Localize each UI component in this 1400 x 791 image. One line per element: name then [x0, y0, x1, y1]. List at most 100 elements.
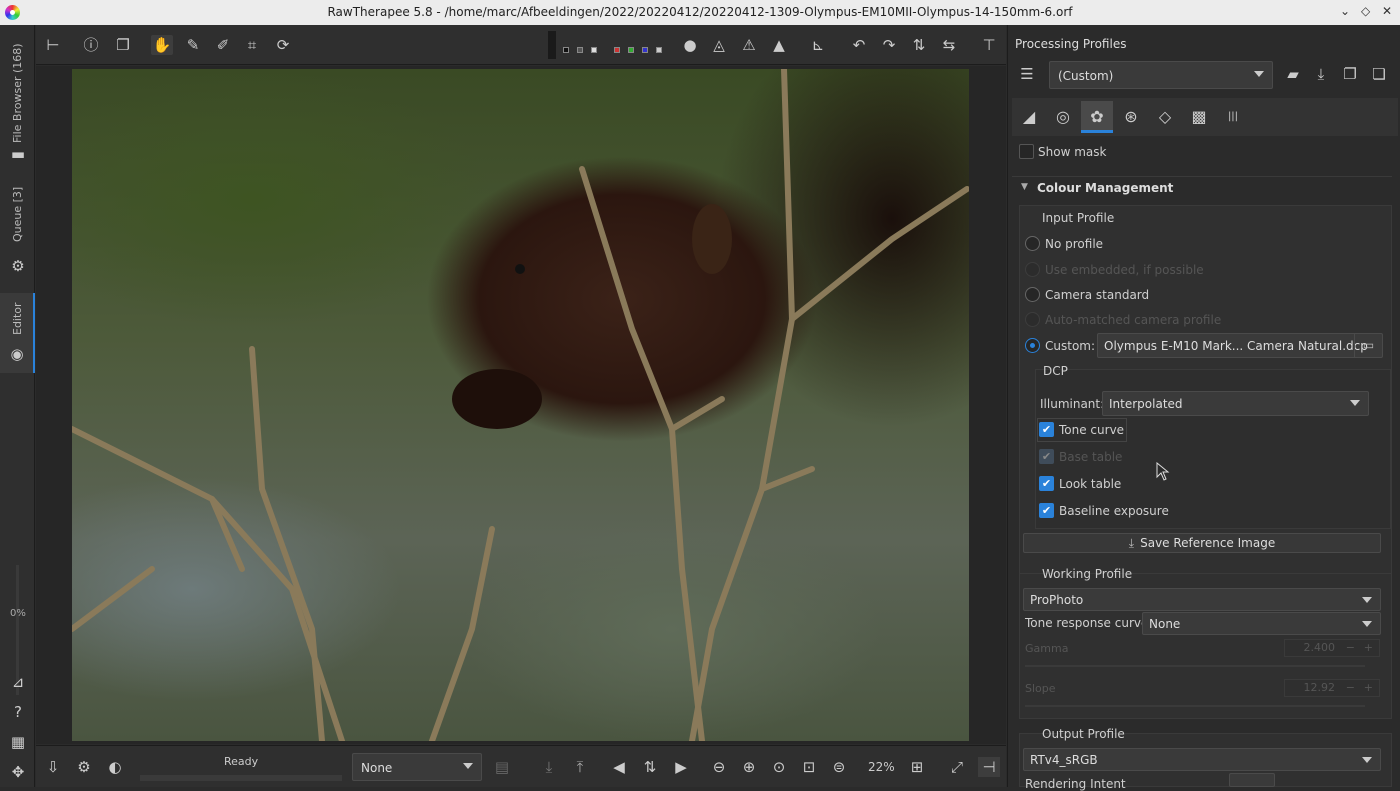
- close-button[interactable]: ✕: [1382, 4, 1392, 18]
- tab-queue[interactable]: Queue [3]: [0, 185, 35, 245]
- gamma-slider[interactable]: [1025, 665, 1365, 667]
- nav-panel-icon[interactable]: ▤: [491, 757, 513, 777]
- hide-history-icon[interactable]: ⊢: [42, 35, 64, 55]
- zoom-fit-icon[interactable]: ⊙: [768, 757, 790, 777]
- channel-blue-button[interactable]: [642, 47, 648, 53]
- before-after-icon[interactable]: ❐: [112, 35, 134, 55]
- tab-advanced[interactable]: ⊛: [1115, 101, 1147, 133]
- background-color-toggle[interactable]: [548, 31, 556, 59]
- rotate-level-icon[interactable]: ⊾: [807, 35, 829, 55]
- help-icon[interactable]: ?: [8, 703, 28, 721]
- browse-folder-icon[interactable]: ▭: [1354, 334, 1382, 357]
- slope-decrease-icon[interactable]: −: [1346, 680, 1355, 696]
- rotate-right-icon[interactable]: ↷: [878, 35, 900, 55]
- custom-profile-file[interactable]: Olympus E-M10 Mark... Camera Natural.dcp…: [1097, 333, 1383, 358]
- zoom-out-icon[interactable]: ⊖: [708, 757, 730, 777]
- save-reference-image-button[interactable]: ⤓ Save Reference Image: [1023, 533, 1381, 553]
- show-mask-checkbox[interactable]: [1019, 144, 1034, 159]
- tab-exposure[interactable]: ◢: [1013, 101, 1045, 133]
- fullscreen-icon[interactable]: ✥: [8, 763, 28, 781]
- layout-icon[interactable]: ▦: [8, 733, 28, 751]
- hide-right-panel-icon[interactable]: ⊣: [978, 757, 1000, 777]
- send-to-editor-icon[interactable]: ⊿: [8, 673, 28, 691]
- copy-profile-icon[interactable]: ❐: [1339, 63, 1361, 85]
- auto-matched-radio[interactable]: [1025, 312, 1040, 327]
- illuminant-select[interactable]: Interpolated: [1102, 391, 1369, 416]
- previous-image-icon[interactable]: ◀: [608, 757, 630, 777]
- gamma-decrease-icon[interactable]: −: [1346, 640, 1355, 656]
- tab-file-browser[interactable]: File Browser (168): [0, 35, 35, 145]
- tab-metadata[interactable]: |||: [1217, 101, 1249, 133]
- tab-detail[interactable]: ◎: [1047, 101, 1079, 133]
- snapshot-select[interactable]: None: [352, 753, 482, 781]
- gamma-increase-icon[interactable]: +: [1364, 640, 1373, 656]
- bg-grey-button[interactable]: [577, 47, 583, 53]
- rotate-left-icon[interactable]: ↶: [848, 35, 870, 55]
- baseline-exposure-label: Baseline exposure: [1059, 504, 1169, 518]
- preview-photo[interactable]: [72, 69, 969, 741]
- gamma-spinner[interactable]: 2.400 − +: [1284, 639, 1380, 657]
- zoom-fit-crop-icon[interactable]: ⊡: [798, 757, 820, 777]
- no-profile-radio[interactable]: [1025, 236, 1040, 251]
- previous-copy-icon[interactable]: ⤓: [538, 757, 560, 777]
- flip-horizontal-icon[interactable]: ⇆: [938, 35, 960, 55]
- slope-increase-icon[interactable]: +: [1364, 680, 1373, 696]
- external-editor-icon[interactable]: ◐: [104, 757, 126, 777]
- sync-icon[interactable]: ⇅: [639, 757, 661, 777]
- white-balance-picker-icon[interactable]: ✎: [182, 35, 204, 55]
- zoom-in-icon[interactable]: ⊕: [738, 757, 760, 777]
- color-picker-icon[interactable]: ✐: [212, 35, 234, 55]
- working-profile-select[interactable]: ProPhoto: [1023, 588, 1381, 611]
- image-viewer[interactable]: [36, 66, 1006, 744]
- output-profile-select[interactable]: RTv4_sRGB: [1023, 748, 1381, 771]
- fullscreen-toggle-icon[interactable]: ⤢: [946, 757, 968, 777]
- baseline-exposure-checkbox[interactable]: ✔: [1039, 503, 1054, 518]
- minimize-button[interactable]: ⌄: [1340, 4, 1350, 18]
- tab-color[interactable]: ✿: [1081, 101, 1113, 133]
- tone-response-curve-select[interactable]: None: [1142, 612, 1381, 635]
- tab-raw[interactable]: ▩: [1183, 101, 1215, 133]
- highlight-warning-icon[interactable]: ⚠: [738, 35, 760, 55]
- bg-white-button[interactable]: [591, 47, 597, 53]
- custom-profile-radio[interactable]: [1025, 338, 1040, 353]
- profile-list-icon[interactable]: ☰: [1016, 63, 1038, 85]
- channel-green-button[interactable]: [628, 47, 634, 53]
- shadow-clip-icon[interactable]: ◬: [708, 35, 730, 55]
- next-copy-icon[interactable]: ⤒: [569, 757, 591, 777]
- use-embedded-radio[interactable]: [1025, 262, 1040, 277]
- new-detail-window-icon[interactable]: ⊞: [906, 757, 928, 777]
- slope-slider[interactable]: [1025, 705, 1365, 707]
- save-profile-icon[interactable]: ⤓: [1310, 63, 1332, 85]
- slope-spinner[interactable]: 12.92 − +: [1284, 679, 1380, 697]
- collapse-arrow-icon[interactable]: ▼: [1021, 182, 1028, 192]
- straighten-icon[interactable]: ⟳: [272, 35, 294, 55]
- channel-luminosity-button[interactable]: [656, 47, 662, 53]
- save-image-icon[interactable]: ⇩: [42, 757, 64, 777]
- bg-black-button[interactable]: [563, 47, 569, 53]
- rendering-intent-select[interactable]: [1229, 773, 1275, 787]
- focus-mask-icon[interactable]: ●: [679, 35, 701, 55]
- zoom-100-icon[interactable]: ⊜: [828, 757, 850, 777]
- crop-icon[interactable]: ⌗: [241, 35, 263, 55]
- paste-profile-icon[interactable]: ❏: [1368, 63, 1390, 85]
- flip-vertical-icon[interactable]: ⇅: [908, 35, 930, 55]
- tab-transform[interactable]: ◇: [1149, 101, 1181, 133]
- maximize-button[interactable]: ◇: [1361, 4, 1370, 18]
- next-image-icon[interactable]: ▶: [670, 757, 692, 777]
- hand-tool-icon[interactable]: ✋: [151, 35, 173, 55]
- queue-gears-icon[interactable]: ⚙: [8, 257, 28, 275]
- folder-icon[interactable]: ▬: [8, 145, 28, 163]
- open-profile-icon[interactable]: ▰: [1282, 63, 1304, 85]
- colour-management-header[interactable]: Colour Management: [1037, 181, 1173, 195]
- tone-curve-checkbox[interactable]: ✔: [1039, 422, 1054, 437]
- toggle-panels-icon[interactable]: ⊤: [978, 35, 1000, 55]
- channel-red-button[interactable]: [614, 47, 620, 53]
- queue-add-icon[interactable]: ⚙: [73, 757, 95, 777]
- clip-warning-icon[interactable]: ▲: [768, 35, 790, 55]
- tab-editor[interactable]: Editor ◉: [0, 293, 35, 373]
- base-table-checkbox[interactable]: ✔: [1039, 449, 1054, 464]
- processing-profile-select[interactable]: (Custom): [1049, 61, 1273, 89]
- info-icon[interactable]: ⓘ: [80, 35, 102, 55]
- camera-standard-radio[interactable]: [1025, 287, 1040, 302]
- look-table-checkbox[interactable]: ✔: [1039, 476, 1054, 491]
